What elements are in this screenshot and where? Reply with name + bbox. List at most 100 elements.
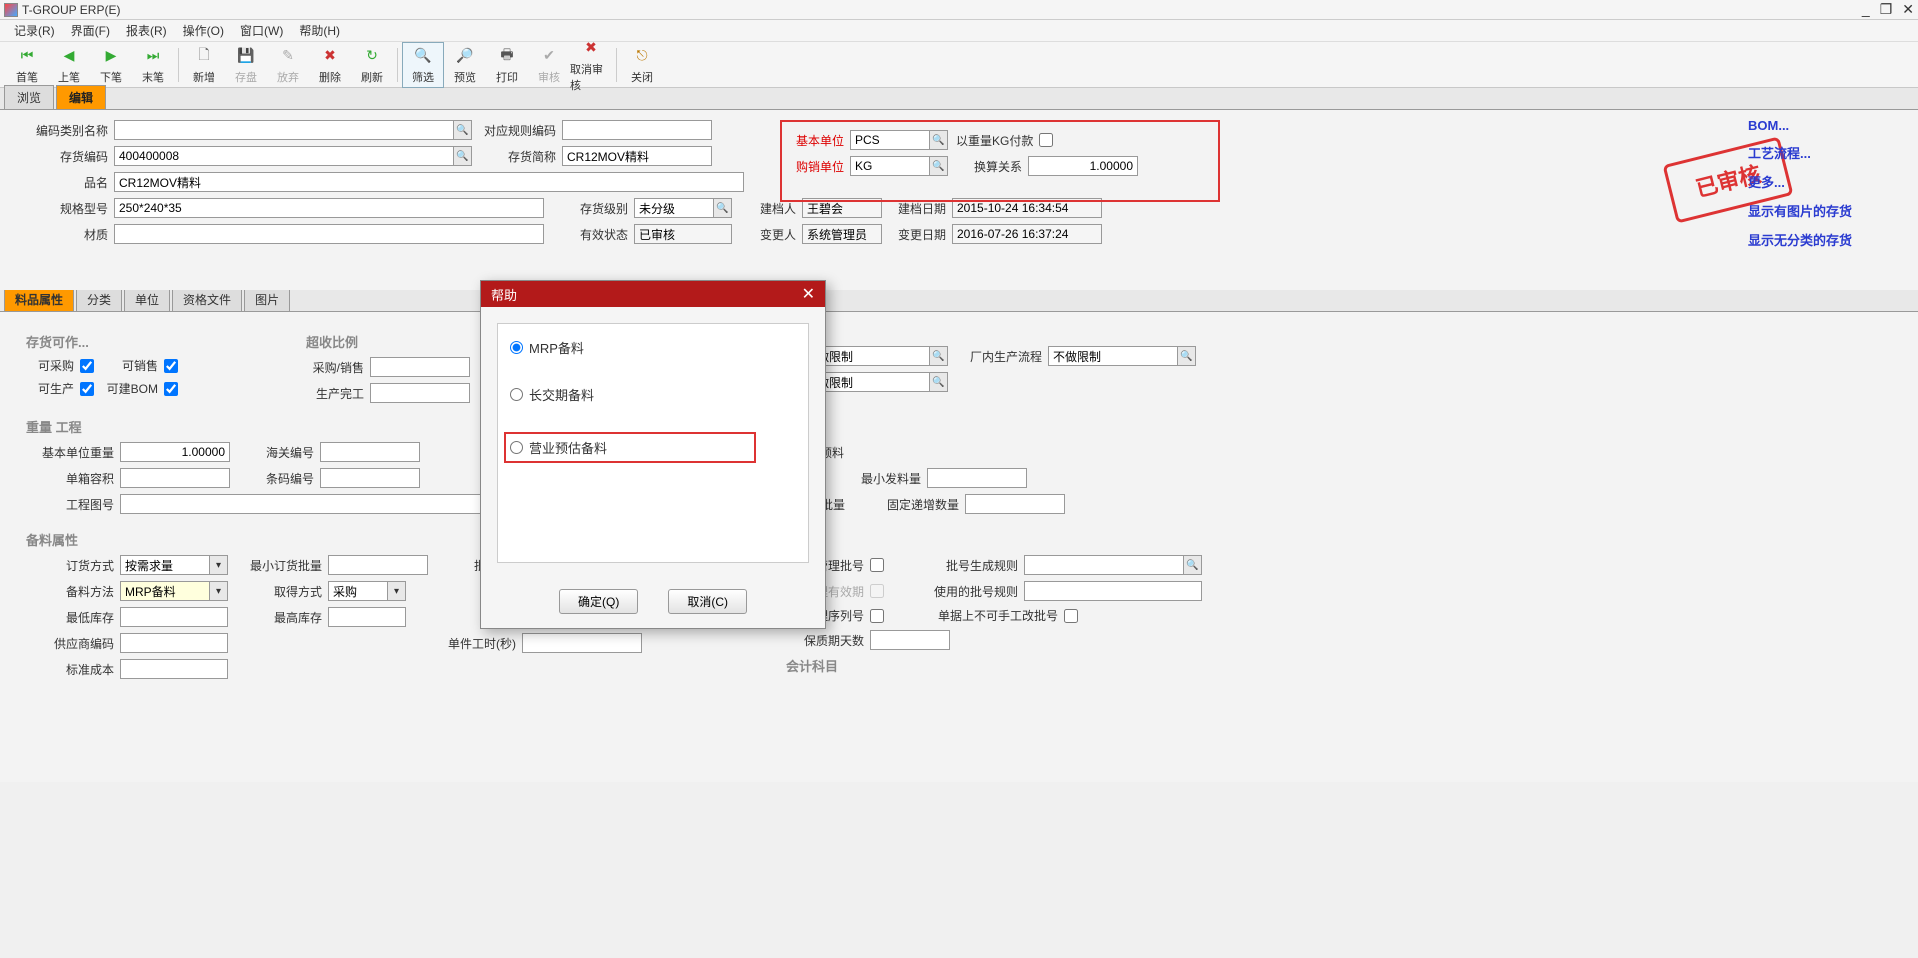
radio-mrp[interactable] (510, 341, 523, 354)
tab-browse[interactable]: 浏览 (4, 85, 54, 109)
link-process[interactable]: 工艺流程... (1748, 143, 1898, 162)
code-cat-lookup-icon[interactable]: 🔍 (454, 120, 472, 140)
dialog-close-icon[interactable]: ✕ (802, 284, 815, 304)
link-no-category[interactable]: 显示无分类的存货 (1748, 230, 1898, 249)
limit1-lookup-icon[interactable]: 🔍 (930, 346, 948, 366)
supplier-input[interactable] (120, 633, 228, 653)
level-lookup-icon[interactable]: 🔍 (714, 198, 732, 218)
stock-method-input[interactable] (120, 581, 210, 601)
acquire-dropdown-icon[interactable]: ▾ (388, 581, 406, 601)
stab-item-attr[interactable]: 料品属性 (4, 287, 74, 311)
tool-筛选[interactable]: 🔍筛选 (402, 42, 444, 88)
close-window-button[interactable]: ✕ (1902, 1, 1914, 18)
tool-新增[interactable]: 🗋新增 (183, 43, 225, 87)
prod-done-input[interactable] (370, 383, 470, 403)
bom-checkbox[interactable] (164, 382, 178, 396)
radio-long-lead[interactable] (510, 388, 523, 401)
menu-help[interactable]: 帮助(H) (291, 20, 348, 41)
menu-operate[interactable]: 操作(O) (175, 20, 232, 41)
tool-icon: 💾 (235, 45, 257, 67)
radio-sales-forecast[interactable] (510, 441, 523, 454)
tool-取消审核[interactable]: ✖取消审核 (570, 35, 612, 95)
plant-flow-input[interactable] (1048, 346, 1178, 366)
rule-code-input[interactable] (562, 120, 712, 140)
tool-icon: ◀ (58, 45, 80, 67)
tool-关闭[interactable]: ⎋关闭 (621, 43, 663, 87)
max-stock-input[interactable] (328, 607, 406, 627)
acquire-input[interactable] (328, 581, 388, 601)
limit2-lookup-icon[interactable]: 🔍 (930, 372, 948, 392)
customs-input[interactable] (320, 442, 420, 462)
sale-unit-input[interactable] (850, 156, 930, 176)
stock-method-dropdown-icon[interactable]: ▾ (210, 581, 228, 601)
tool-打印[interactable]: 🖶打印 (486, 43, 528, 87)
producible-checkbox[interactable] (80, 382, 94, 396)
menu-report[interactable]: 报表(R) (118, 20, 175, 41)
tool-末笔[interactable]: ⏭末笔 (132, 43, 174, 87)
no-manual-checkbox[interactable] (1064, 609, 1078, 623)
base-unit-lookup-icon[interactable]: 🔍 (930, 130, 948, 150)
fixed-inc-input[interactable] (965, 494, 1065, 514)
box-vol-input[interactable] (120, 468, 230, 488)
batch-rule-input[interactable] (1024, 555, 1184, 575)
tool-首笔[interactable]: ⏮首笔 (6, 43, 48, 87)
lbl-producible: 可生产 (20, 380, 80, 397)
order-mode-input[interactable] (120, 555, 210, 575)
base-unit-input[interactable] (850, 130, 930, 150)
dialog-title-bar[interactable]: 帮助 ✕ (481, 281, 825, 307)
link-bom[interactable]: BOM... (1748, 118, 1898, 133)
stab-unit[interactable]: 单位 (124, 287, 170, 311)
min-issue-input[interactable] (927, 468, 1027, 488)
minimize-button[interactable]: _ (1862, 1, 1870, 18)
item-attr-panel: 存货可作... 可采购 可销售 可生产 可建BOM 超收比例 采购/销售 生产完… (0, 312, 1918, 782)
stab-category[interactable]: 分类 (76, 287, 122, 311)
stab-image[interactable]: 图片 (244, 287, 290, 311)
used-rule-input[interactable] (1024, 581, 1202, 601)
spec-input[interactable] (114, 198, 544, 218)
menu-window[interactable]: 窗口(W) (232, 20, 291, 41)
weight-pay-checkbox[interactable] (1039, 133, 1053, 147)
order-mode-dropdown-icon[interactable]: ▾ (210, 555, 228, 575)
inv-abbr-input[interactable] (562, 146, 712, 166)
min-order-input[interactable] (328, 555, 428, 575)
stab-qualify[interactable]: 资格文件 (172, 287, 242, 311)
unit-sec-input[interactable] (522, 633, 642, 653)
link-with-image[interactable]: 显示有图片的存货 (1748, 201, 1898, 220)
tool-上笔[interactable]: ◀上笔 (48, 43, 90, 87)
barcode-input[interactable] (320, 468, 420, 488)
tool-预览[interactable]: 🔎预览 (444, 43, 486, 87)
inv-code-input[interactable] (114, 146, 454, 166)
manage-serial-checkbox[interactable] (870, 609, 884, 623)
dialog-cancel-button[interactable]: 取消(C) (668, 589, 747, 614)
name-input[interactable] (114, 172, 744, 192)
tool-刷新[interactable]: ↻刷新 (351, 43, 393, 87)
section-account: 会计科目 (786, 656, 1300, 675)
min-stock-input[interactable] (120, 607, 228, 627)
level-input[interactable] (634, 198, 714, 218)
material-input[interactable] (114, 224, 544, 244)
plant-flow-lookup-icon[interactable]: 🔍 (1178, 346, 1196, 366)
window-controls: _ ❐ ✕ (1862, 1, 1914, 18)
conv-input[interactable] (1028, 156, 1138, 176)
purchasable-checkbox[interactable] (80, 359, 94, 373)
lbl-material: 材质 (14, 226, 114, 243)
menu-interface[interactable]: 界面(F) (63, 20, 118, 41)
std-cost-input[interactable] (120, 659, 228, 679)
tool-删除[interactable]: ✖删除 (309, 43, 351, 87)
sale-unit-lookup-icon[interactable]: 🔍 (930, 156, 948, 176)
shelf-days-input[interactable] (870, 630, 950, 650)
tab-edit[interactable]: 编辑 (56, 85, 106, 109)
base-weight-input[interactable] (120, 442, 230, 462)
dialog-ok-button[interactable]: 确定(Q) (559, 589, 638, 614)
link-more[interactable]: 更多... (1748, 172, 1898, 191)
maximize-button[interactable]: ❐ (1880, 1, 1893, 18)
inv-code-lookup-icon[interactable]: 🔍 (454, 146, 472, 166)
manage-batch-checkbox[interactable] (870, 558, 884, 572)
menu-record[interactable]: 记录(R) (6, 20, 63, 41)
lbl-code-cat: 编码类别名称 (14, 122, 114, 139)
buy-sell-input[interactable] (370, 357, 470, 377)
batch-rule-lookup-icon[interactable]: 🔍 (1184, 555, 1202, 575)
tool-下笔[interactable]: ▶下笔 (90, 43, 132, 87)
saleable-checkbox[interactable] (164, 359, 178, 373)
code-cat-input[interactable] (114, 120, 454, 140)
